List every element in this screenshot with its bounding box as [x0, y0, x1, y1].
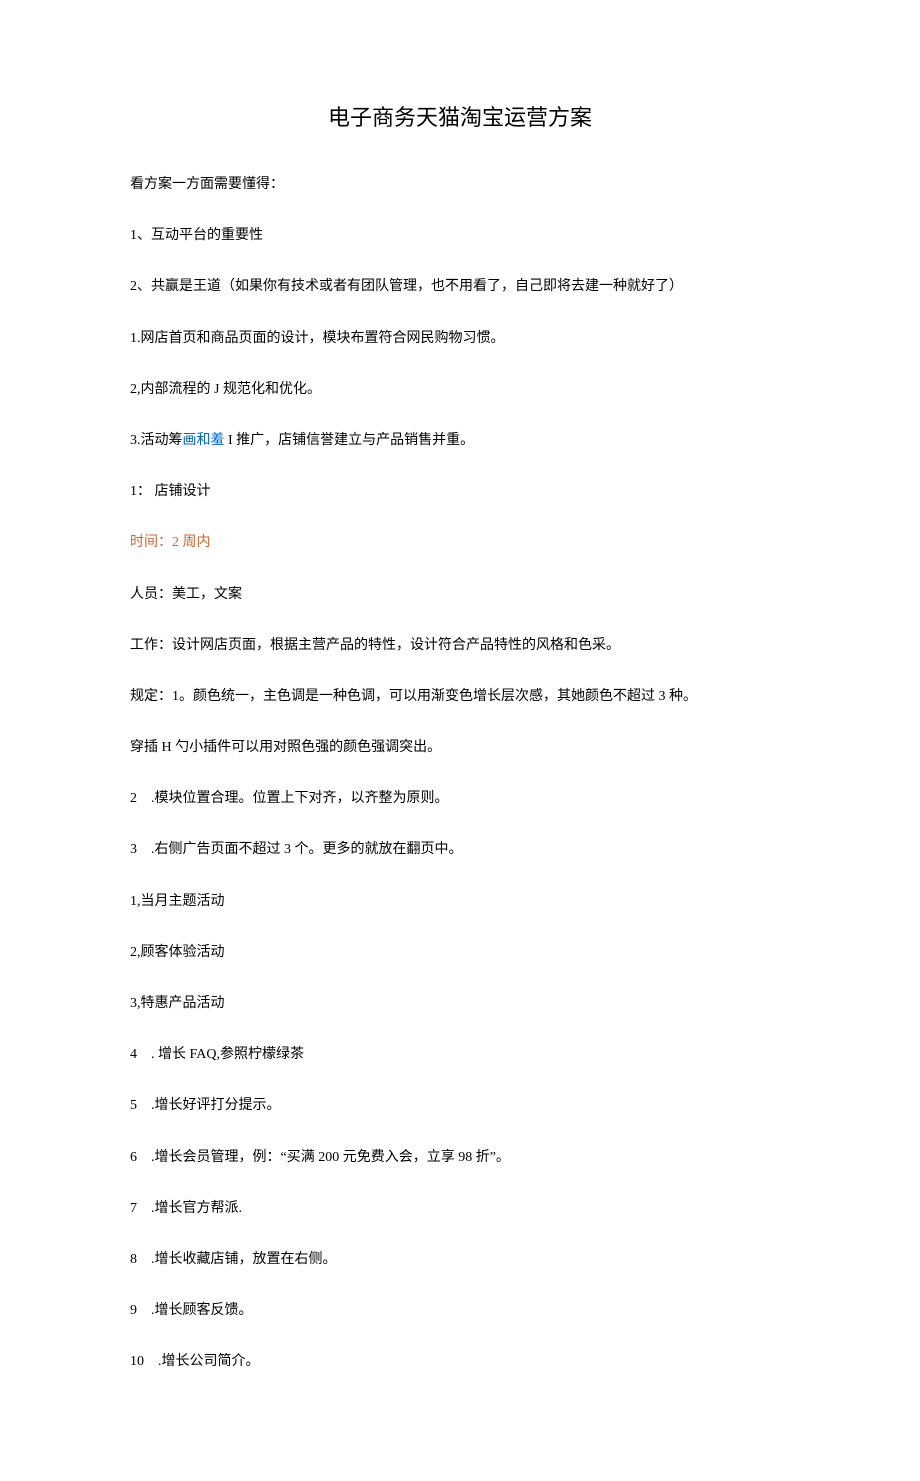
- paragraph: 1、互动平台的重要性: [130, 223, 790, 248]
- paragraph: 5 .增长好评打分提示。: [130, 1093, 790, 1118]
- paragraph: 工作：设计网店页面，根据主营产品的特性，设计符合产品特性的风格和色采。: [130, 633, 790, 658]
- paragraph: 2,顾客体验活动: [130, 940, 790, 965]
- paragraph: 2、共赢是王道（如果你有技术或者有团队管理，也不用看了，自己即将去建一种就好了）: [130, 274, 790, 299]
- paragraph: 4 . 增长 FAQ,参照柠檬绿茶: [130, 1042, 790, 1067]
- paragraph: 3,特惠产品活动: [130, 991, 790, 1016]
- hyperlink-text: 画和羞: [183, 433, 225, 448]
- highlighted-text: 时间：: [130, 535, 172, 550]
- highlighted-text: 周内: [179, 535, 211, 550]
- highlighted-text: 2: [172, 535, 179, 550]
- paragraph: 2,内部流程的 J 规范化和优化。: [130, 377, 790, 402]
- paragraph: 7 .增长官方帮派.: [130, 1196, 790, 1221]
- paragraph: 1,当月主题活动: [130, 889, 790, 914]
- paragraph: 人员：美工，文案: [130, 582, 790, 607]
- paragraph: 1.网店首页和商品页面的设计，模块布置符合网民购物习惯。: [130, 326, 790, 351]
- paragraph: 看方案一方面需要懂得：: [130, 172, 790, 197]
- paragraph: 9 .增长顾客反馈。: [130, 1298, 790, 1323]
- paragraph: 2 .模块位置合理。位置上下对齐，以齐整为原则。: [130, 786, 790, 811]
- paragraph: 3 .右侧广告页面不超过 3 个。更多的就放在翻页中。: [130, 837, 790, 862]
- text-segment: I 推广，店铺信誉建立与产品销售并重。: [225, 433, 475, 448]
- paragraph: 10 .增长公司简介。: [130, 1349, 790, 1374]
- paragraph: 1： 店铺设计: [130, 479, 790, 504]
- paragraph: 时间：2 周内: [130, 530, 790, 555]
- paragraph: 穿插 H 勺小插件可以用对照色强的颜色强调突出。: [130, 735, 790, 760]
- text-segment: 3.活动筹: [130, 433, 183, 448]
- document-title: 电子商务天猫淘宝运营方案: [130, 100, 790, 132]
- paragraph: 规定：1。颜色统一，主色调是一种色调，可以用渐变色增长层次感，其她颜色不超过 3…: [130, 684, 790, 709]
- paragraph: 3.活动筹画和羞 I 推广，店铺信誉建立与产品销售并重。: [130, 428, 790, 453]
- paragraph: 8 .增长收藏店铺，放置在右侧。: [130, 1247, 790, 1272]
- paragraph: 6 .增长会员管理，例：“买满 200 元免费入会，立享 98 折”。: [130, 1145, 790, 1170]
